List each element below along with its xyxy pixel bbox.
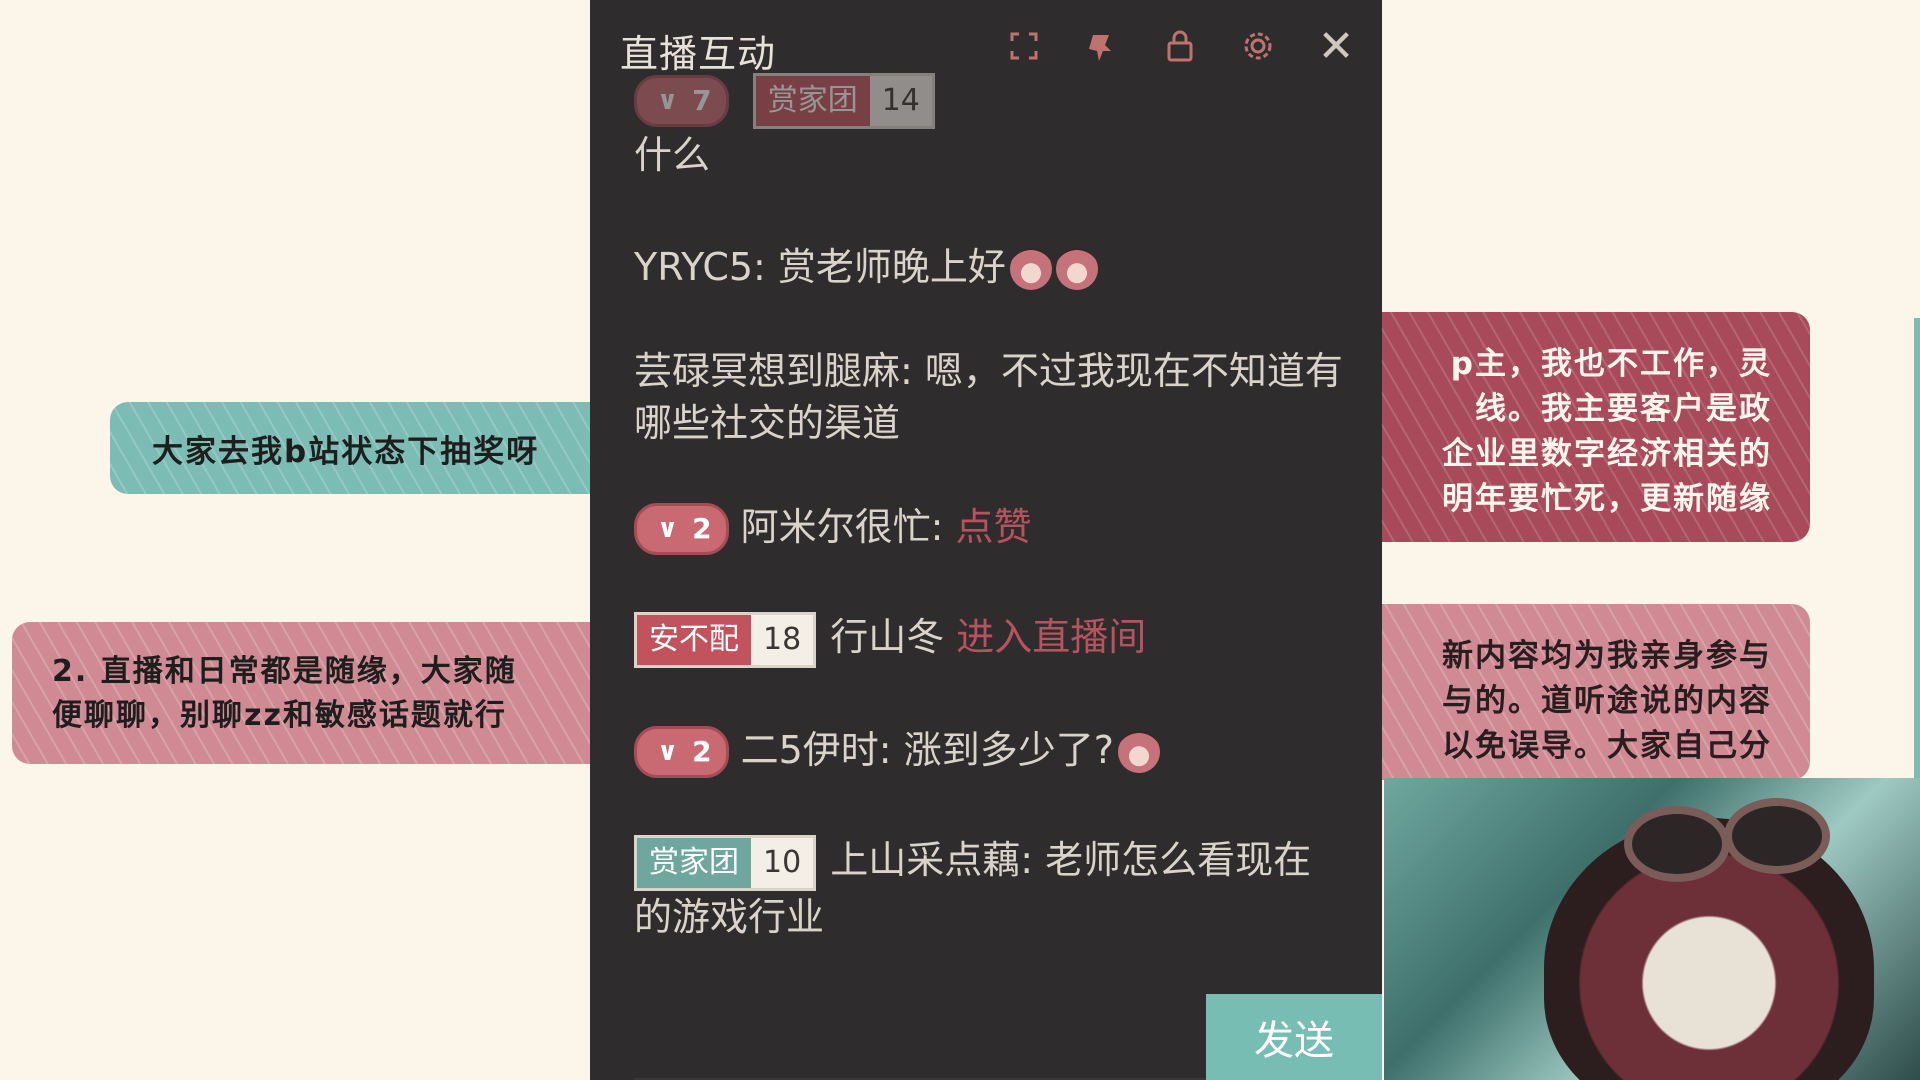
fan-level-number: 7 bbox=[692, 83, 712, 117]
chat-message: 安不配 18 行山冬 进入直播间 bbox=[634, 611, 1344, 668]
settings-icon[interactable] bbox=[1238, 26, 1278, 66]
panel-title: 直播互动 bbox=[620, 31, 777, 76]
chevron-down-icon: ∨ bbox=[657, 85, 679, 116]
message-username[interactable]: 上山采点藕 bbox=[830, 838, 1020, 882]
message-username[interactable]: 阿米尔很忙 bbox=[741, 505, 931, 549]
chevron-down-icon: ∨ bbox=[657, 737, 679, 767]
pin-icon[interactable] bbox=[1082, 26, 1122, 66]
chat-message-list: ∨ 7 赏家团 14 什么 YRYC5: 赏老师晚上好 芸碌冥想到腿麻: 嗯，不… bbox=[634, 72, 1344, 943]
goggle-left bbox=[1624, 806, 1730, 882]
rules-banner-line: 2. 直播和日常都是随缘，大家随 bbox=[52, 654, 517, 689]
chat-message: ∨ 7 赏家团 14 什么 bbox=[634, 72, 1344, 181]
chat-message: 赏家团 10 上山采点藕: 老师怎么看现在的游戏行业 bbox=[634, 834, 1344, 943]
fullscreen-icon[interactable] bbox=[1004, 26, 1044, 66]
fan-medal: 赏家团 10 bbox=[634, 834, 817, 891]
intro-banner-line: p主，我也不工作，灵 bbox=[1450, 346, 1772, 382]
medal-level: 10 bbox=[751, 837, 814, 888]
send-button[interactable]: 发送 bbox=[1206, 994, 1382, 1080]
message-username[interactable]: 行山冬 bbox=[830, 615, 944, 659]
intro-banner-line: 企业里数字经济相关的 bbox=[1442, 436, 1772, 472]
disclaimer-banner-line: 新内容均为我亲身参与 bbox=[1442, 638, 1772, 674]
disclaimer-banner-line: 以免误导。大家自己分 bbox=[1442, 728, 1772, 764]
dog-emoji-icon bbox=[1117, 731, 1160, 773]
intro-banner-line: 线。我主要客户是政 bbox=[1475, 391, 1772, 427]
dog-emoji-icon bbox=[1009, 248, 1052, 290]
message-text: 点赞 bbox=[955, 504, 1032, 549]
goggle-right bbox=[1724, 798, 1830, 874]
lock-icon[interactable] bbox=[1160, 26, 1200, 66]
enter-room-notice: 进入直播间 bbox=[956, 615, 1147, 659]
dog-emoji-icon bbox=[1055, 248, 1098, 290]
disclaimer-banner: 新内容均为我亲身参与 与的。道听途说的内容 以免误导。大家自己分 bbox=[1340, 604, 1810, 780]
edge-strip bbox=[1914, 318, 1920, 778]
medal-name: 安不配 bbox=[637, 614, 751, 665]
disclaimer-banner-line: 与的。道听途说的内容 bbox=[1442, 683, 1772, 719]
intro-banner-line: 明年要忙死，更新随缘 bbox=[1442, 481, 1772, 517]
chat-message: YRYC5: 赏老师晚上好 bbox=[634, 241, 1344, 293]
medal-name: 赏家团 bbox=[637, 837, 751, 888]
medal-level: 14 bbox=[869, 75, 932, 126]
header-toolbar: ✕ bbox=[1004, 21, 1356, 72]
live-chat-panel: 直播互动 ✕ ∨ 7 赏家团 14 什么 YRYC5: 赏老师晚上好 芸碌冥想到… bbox=[590, 0, 1382, 1080]
chat-message: ∨ 2 阿米尔很忙: 点赞 bbox=[634, 501, 1344, 555]
chat-input[interactable] bbox=[634, 1030, 1214, 1080]
fan-medal: 赏家团 14 bbox=[752, 72, 935, 129]
fan-level-badge: ∨ 7 bbox=[634, 74, 729, 127]
message-text: 什么 bbox=[634, 132, 711, 177]
fan-level-number: 2 bbox=[692, 512, 712, 545]
chevron-down-icon: ∨ bbox=[657, 514, 679, 544]
message-text: 赏老师晚上好 bbox=[777, 244, 1006, 289]
fan-level-badge: ∨ 2 bbox=[634, 726, 729, 778]
lottery-banner: 大家去我b站状态下抽奖呀 bbox=[110, 402, 620, 494]
close-icon[interactable]: ✕ bbox=[1316, 21, 1356, 72]
chat-message: ∨ 2 二5伊时: 涨到多少了? bbox=[634, 724, 1344, 778]
webcam-feed bbox=[1384, 778, 1920, 1080]
chat-message: 芸碌冥想到腿麻: 嗯，不过我现在不知道有哪些社交的渠道 bbox=[634, 348, 1343, 445]
message-text: 涨到多少了? bbox=[903, 727, 1114, 772]
rules-banner-line: 便聊聊，别聊zz和敏感话题就行 bbox=[52, 698, 507, 733]
medal-name: 赏家团 bbox=[755, 75, 870, 126]
message-username[interactable]: YRYC5 bbox=[634, 245, 753, 289]
message-username[interactable]: 芸碌冥想到腿麻 bbox=[634, 349, 900, 393]
intro-banner: p主，我也不工作，灵 线。我主要客户是政 企业里数字经济相关的 明年要忙死，更新… bbox=[1340, 312, 1810, 542]
medal-level: 18 bbox=[751, 614, 814, 665]
lottery-banner-text: 大家去我b站状态下抽奖呀 bbox=[152, 433, 540, 470]
rules-banner: 2. 直播和日常都是随缘，大家随 便聊聊，别聊zz和敏感话题就行 bbox=[12, 622, 622, 764]
fan-level-badge: ∨ 2 bbox=[634, 503, 729, 555]
fan-level-number: 2 bbox=[692, 735, 712, 768]
message-username[interactable]: 二5伊时 bbox=[741, 728, 879, 772]
fan-medal: 安不配 18 bbox=[634, 611, 817, 668]
